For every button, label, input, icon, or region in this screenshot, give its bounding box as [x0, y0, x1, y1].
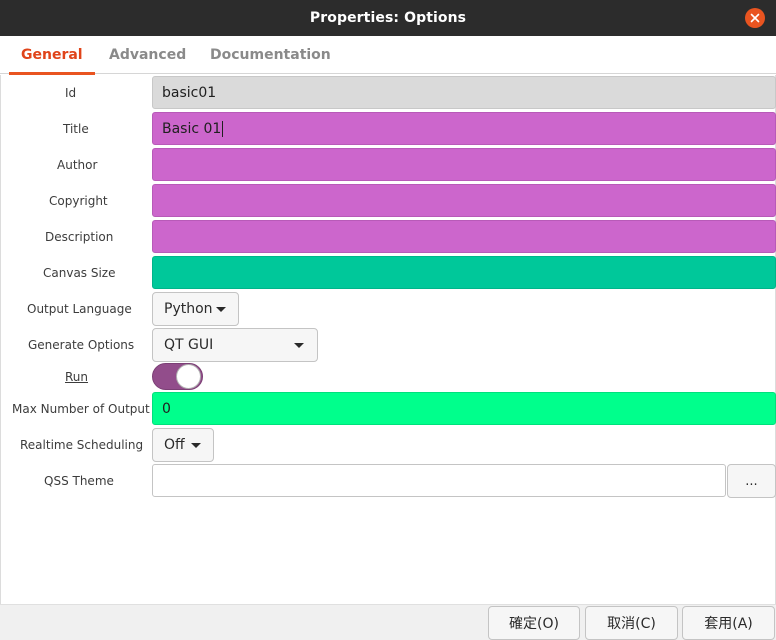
text-cursor: [222, 120, 224, 137]
id-label: Id: [65, 86, 77, 100]
canvas-size-label: Canvas Size: [43, 266, 116, 280]
toggle-knob: [176, 364, 201, 389]
description-label: Description: [45, 230, 114, 244]
generate-options-value: QT GUI: [164, 337, 214, 353]
realtime-scheduling-value: Off: [164, 437, 185, 453]
general-panel: Id basic01 Title Basic 01 Author Copyrig…: [0, 75, 776, 604]
title-value: Basic 01: [162, 120, 222, 137]
max-number-of-output-field[interactable]: 0: [152, 392, 776, 425]
qss-theme-field[interactable]: [152, 464, 726, 497]
id-value: basic01: [162, 84, 217, 101]
copyright-label: Copyright: [49, 194, 108, 208]
apply-button[interactable]: 套用(A): [682, 606, 775, 640]
dialog-button-bar: 確定(O) 取消(C) 套用(A): [0, 604, 776, 640]
title-bar: Properties: Options: [0, 0, 776, 36]
chevron-down-icon: [191, 443, 201, 448]
copyright-field[interactable]: [152, 184, 776, 217]
run-label: Run: [65, 370, 89, 384]
window-title: Properties: Options: [309, 10, 467, 26]
description-field[interactable]: [152, 220, 776, 253]
author-label: Author: [57, 158, 98, 172]
cancel-button[interactable]: 取消(C): [585, 606, 678, 640]
output-language-label: Output Language: [27, 302, 132, 316]
run-toggle[interactable]: [152, 363, 203, 390]
qss-theme-label: QSS Theme: [44, 474, 114, 488]
author-field[interactable]: [152, 148, 776, 181]
generate-options-dropdown[interactable]: QT GUI: [152, 328, 318, 362]
tab-advanced[interactable]: Advanced: [109, 36, 186, 74]
id-field[interactable]: basic01: [152, 76, 776, 109]
close-icon: [750, 13, 760, 23]
properties-dialog: Properties: Options General Advanced Doc…: [0, 0, 776, 640]
realtime-scheduling-dropdown[interactable]: Off: [152, 428, 214, 462]
max-number-of-output-value: 0: [162, 400, 171, 417]
tab-bar: General Advanced Documentation: [0, 36, 776, 75]
qss-theme-browse-button[interactable]: ...: [727, 464, 776, 498]
tab-documentation[interactable]: Documentation: [210, 36, 331, 74]
canvas-size-field[interactable]: [152, 256, 776, 289]
ok-button[interactable]: 確定(O): [488, 606, 580, 640]
max-number-of-output-label: Max Number of Output: [12, 402, 150, 416]
title-label: Title: [63, 122, 89, 136]
chevron-down-icon: [216, 307, 226, 312]
tab-general[interactable]: General: [9, 36, 95, 75]
generate-options-label: Generate Options: [28, 338, 135, 352]
realtime-scheduling-label: Realtime Scheduling: [20, 438, 144, 452]
output-language-value: Python: [164, 301, 213, 317]
output-language-dropdown[interactable]: Python: [152, 292, 239, 326]
title-field[interactable]: Basic 01: [152, 112, 776, 145]
chevron-down-icon: [294, 343, 304, 348]
close-button[interactable]: [745, 8, 765, 28]
